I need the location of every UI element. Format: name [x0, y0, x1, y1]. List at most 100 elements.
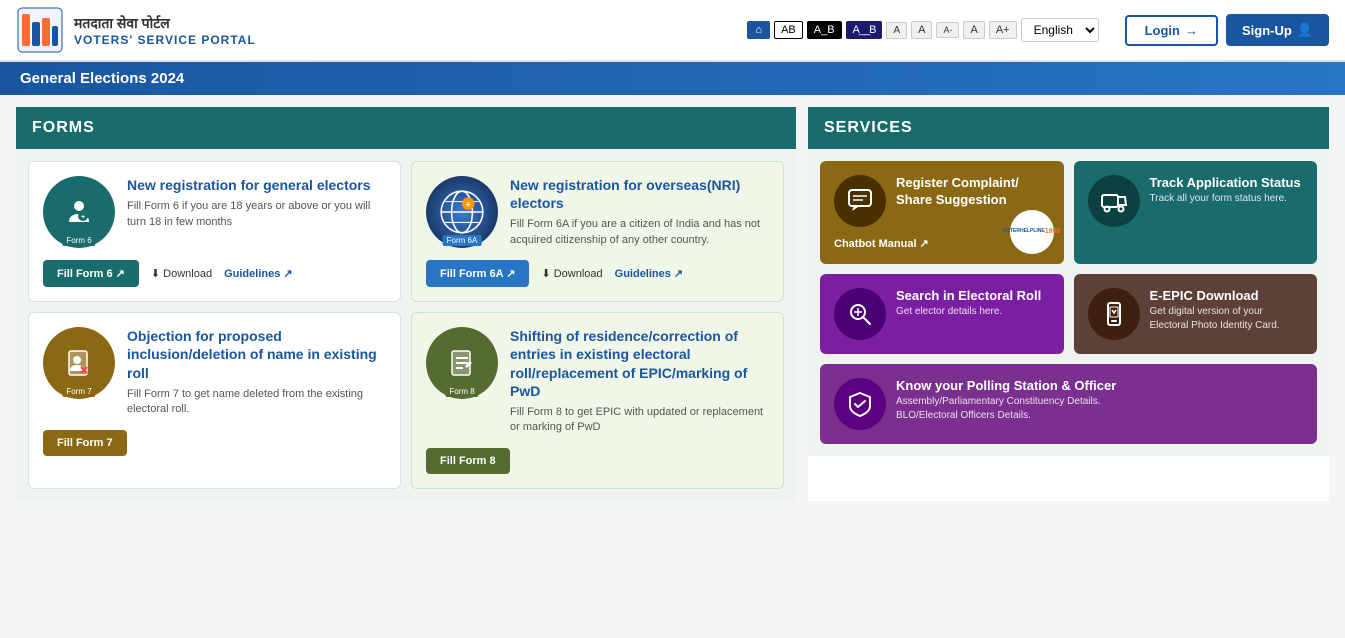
signup-user-icon: 👤	[1297, 22, 1313, 38]
services-section: SERVICES Register Complaint/ Share	[808, 107, 1329, 501]
search-icon-circle	[834, 288, 886, 340]
signup-button[interactable]: Sign-Up 👤	[1226, 14, 1329, 46]
fill-form7-button[interactable]: Fill Form 7	[43, 430, 127, 456]
polling-shield-icon	[846, 390, 874, 418]
polling-info: Know your Polling Station & Officer Asse…	[896, 378, 1116, 423]
login-arrow-icon: →	[1185, 23, 1198, 38]
fill-form6-button[interactable]: Fill Form 6 ↗	[43, 260, 139, 287]
guidelines-form6a-button[interactable]: Guidelines ↗	[615, 267, 684, 280]
fill-form8-button[interactable]: Fill Form 8	[426, 448, 510, 474]
epic-info: E-EPIC Download Get digital version of y…	[1150, 288, 1304, 333]
complaint-title: Register Complaint/ Share Suggestion	[896, 175, 1050, 209]
signup-label: Sign-Up	[1242, 23, 1292, 38]
download-form6a-button[interactable]: ⬇ Download	[541, 267, 602, 280]
portal-name-hindi: मतदाता सेवा पोर्टल	[74, 14, 256, 33]
form8-card-top: Form 8 Shifting of residence/correction …	[426, 327, 769, 436]
form8-badge: Form 8	[445, 386, 478, 397]
epic-description: Get digital version of your Electoral Ph…	[1150, 305, 1304, 333]
chatbot-badge: VOTER HELPLINE 1950	[1010, 210, 1054, 254]
track-title: Track Application Status	[1150, 175, 1301, 192]
form6a-badge: Form 6A	[443, 235, 482, 246]
form6-icon: + Form 6	[43, 176, 115, 248]
form6a-title: New registration for overseas(NRI) elect…	[510, 176, 769, 212]
complaint-icon-circle	[834, 175, 886, 227]
form6-card-top: + Form 6 New registration for general el…	[43, 176, 386, 248]
form6-description: Fill Form 6 if you are 18 years or above…	[127, 199, 386, 230]
form6a-card-top: + Form 6A New registration for overseas(…	[426, 176, 769, 248]
track-card-inner: Track Application Status Track all your …	[1088, 175, 1304, 227]
epic-icon-circle	[1088, 288, 1140, 340]
form7-info: Objection for proposed inclusion/deletio…	[127, 327, 386, 417]
header: मतदाता सेवा पोर्टल VOTERS' SERVICE PORTA…	[0, 0, 1345, 62]
form6a-card: + Form 6A New registration for overseas(…	[411, 161, 784, 302]
top-right-controls: ⌂ AB A_B A__B A A A- A A+ English हिंदी …	[747, 14, 1329, 46]
search-description: Get elector details here.	[896, 305, 1041, 319]
track-truck-icon	[1100, 187, 1128, 215]
track-description: Track all your form status here.	[1150, 192, 1301, 206]
form6-badge: Form 6	[62, 235, 95, 246]
download-form6-button[interactable]: ⬇ Download	[151, 267, 212, 280]
forms-section-header: FORMS	[16, 107, 796, 149]
form8-card: Form 8 Shifting of residence/correction …	[411, 312, 784, 489]
logo-area: मतदाता सेवा पोर्टल VOTERS' SERVICE PORTA…	[16, 6, 256, 54]
polling-card-inner: Know your Polling Station & Officer Asse…	[834, 378, 1303, 430]
complaint-info: Register Complaint/ Share Suggestion	[896, 175, 1050, 209]
form8-description: Fill Form 8 to get EPIC with updated or …	[510, 405, 769, 436]
font-a1-button[interactable]: A	[886, 22, 907, 39]
portal-name-english: VOTERS' SERVICE PORTAL	[74, 33, 256, 47]
guidelines-form6-button[interactable]: Guidelines ↗	[224, 267, 293, 280]
form7-actions: Fill Form 7	[43, 430, 386, 456]
search-card-inner: Search in Electoral Roll Get elector det…	[834, 288, 1050, 340]
form6a-globe-icon: +	[437, 187, 487, 237]
font-a2-button[interactable]: A	[911, 21, 932, 39]
form7-deletion-icon	[63, 347, 95, 379]
form6a-description: Fill Form 6A if you are a citizen of Ind…	[510, 217, 769, 248]
home-button[interactable]: ⌂	[747, 21, 770, 39]
login-button[interactable]: Login →	[1125, 15, 1218, 46]
form6-card: + Form 6 New registration for general el…	[28, 161, 401, 302]
svg-text:+: +	[81, 214, 85, 221]
portal-names: मतदाता सेवा पोर्टल VOTERS' SERVICE PORTA…	[74, 14, 256, 47]
search-info: Search in Electoral Roll Get elector det…	[896, 288, 1041, 319]
track-icon-circle	[1088, 175, 1140, 227]
form7-card: Form 7 Objection for proposed inclusion/…	[28, 312, 401, 489]
form6a-actions: Fill Form 6A ↗ ⬇ Download Guidelines ↗	[426, 260, 769, 287]
search-service-card[interactable]: Search in Electoral Roll Get elector det…	[820, 274, 1064, 354]
font-a-minus-button[interactable]: A-	[936, 22, 959, 38]
form6-actions: Fill Form 6 ↗ ⬇ Download Guidelines ↗	[43, 260, 386, 287]
epic-service-card[interactable]: E-EPIC Download Get digital version of y…	[1074, 274, 1318, 354]
language-selector[interactable]: English हिंदी	[1021, 18, 1099, 42]
form7-icon: Form 7	[43, 327, 115, 399]
contrast1-button[interactable]: AB	[774, 21, 803, 39]
search-title: Search in Electoral Roll	[896, 288, 1041, 305]
form6-info: New registration for general electors Fi…	[127, 176, 386, 230]
auth-buttons: Login → Sign-Up 👤	[1125, 14, 1329, 46]
polling-icon-circle	[834, 378, 886, 430]
form7-badge: Form 7	[62, 386, 95, 397]
form6a-info: New registration for overseas(NRI) elect…	[510, 176, 769, 248]
form8-icon: Form 8	[426, 327, 498, 399]
track-service-card[interactable]: Track Application Status Track all your …	[1074, 161, 1318, 264]
contrast2-button[interactable]: A_B	[807, 21, 842, 39]
track-info: Track Application Status Track all your …	[1150, 175, 1301, 206]
epic-phone-icon	[1100, 300, 1128, 328]
form6a-icon: + Form 6A	[426, 176, 498, 248]
form8-title: Shifting of residence/correction of entr…	[510, 327, 769, 400]
form8-info: Shifting of residence/correction of entr…	[510, 327, 769, 436]
polling-service-card[interactable]: Know your Polling Station & Officer Asse…	[820, 364, 1317, 444]
search-electoral-icon	[846, 300, 874, 328]
complaint-service-card[interactable]: Register Complaint/ Share Suggestion Cha…	[820, 161, 1064, 264]
form7-card-top: Form 7 Objection for proposed inclusion/…	[43, 327, 386, 417]
polling-title: Know your Polling Station & Officer	[896, 378, 1116, 395]
form6-title: New registration for general electors	[127, 176, 386, 194]
font-a-plus-button[interactable]: A+	[989, 21, 1017, 39]
font-a-normal-button[interactable]: A	[963, 21, 984, 39]
forms-grid: + Form 6 New registration for general el…	[16, 149, 796, 501]
login-label: Login	[1145, 23, 1180, 38]
polling-description: Assembly/Parliamentary Constituency Deta…	[896, 395, 1116, 409]
epic-card-inner: E-EPIC Download Get digital version of y…	[1088, 288, 1304, 340]
svg-text:+: +	[466, 199, 471, 209]
contrast3-button[interactable]: A__B	[846, 21, 883, 39]
fill-form6a-button[interactable]: Fill Form 6A ↗	[426, 260, 529, 287]
form8-actions: Fill Form 8	[426, 448, 769, 474]
